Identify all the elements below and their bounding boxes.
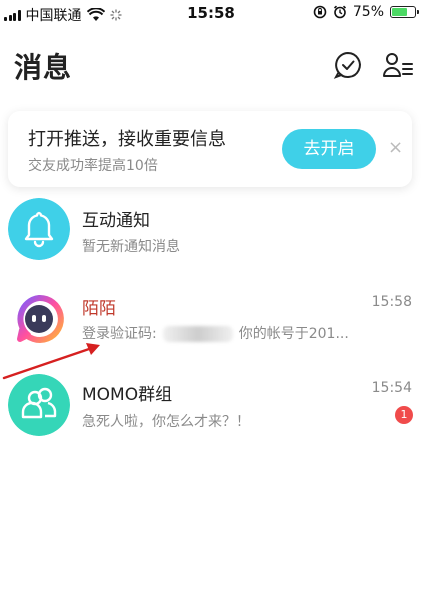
list-item-interaction-notice[interactable]: 互动通知 暂无新通知消息 (0, 196, 422, 282)
page-title: 消息 (14, 51, 73, 84)
chat-check-icon[interactable] (333, 50, 363, 80)
message-time: 15:58 (371, 294, 412, 310)
unread-badge: 1 (395, 406, 413, 424)
enable-push-button[interactable]: 去开启 (282, 129, 376, 169)
alarm-icon (333, 5, 346, 19)
message-preview: 急死人啦，你怎么才来？！ (82, 414, 250, 430)
orientation-lock-icon (313, 5, 327, 19)
message-title: 陌陌 (82, 299, 116, 319)
message-preview: 暂无新通知消息 (82, 239, 180, 255)
push-banner: 打开推送，接收重要信息 交友成功率提高10倍 去开启 × (8, 111, 412, 187)
status-bar-right: 75% (313, 4, 419, 20)
redacted-code (162, 326, 233, 342)
annotation-arrow-icon (2, 343, 100, 380)
contacts-icon[interactable] (382, 50, 414, 80)
message-time: 15:54 (371, 380, 412, 396)
close-icon[interactable]: × (388, 138, 403, 158)
preview-suffix: 你的帐号于201... (238, 326, 349, 342)
banner-title: 打开推送，接收重要信息 (28, 129, 226, 150)
battery-icon (390, 6, 419, 18)
battery-fill (392, 8, 407, 16)
message-preview: 登录验证码: 你的帐号于201... (82, 323, 349, 343)
message-title: 互动通知 (82, 211, 150, 231)
battery-percent: 75% (352, 4, 384, 20)
bell-icon (8, 198, 70, 260)
status-bar: 中国联通 15:58 75% (0, 0, 422, 28)
banner-subtitle: 交友成功率提高10倍 (28, 158, 158, 174)
